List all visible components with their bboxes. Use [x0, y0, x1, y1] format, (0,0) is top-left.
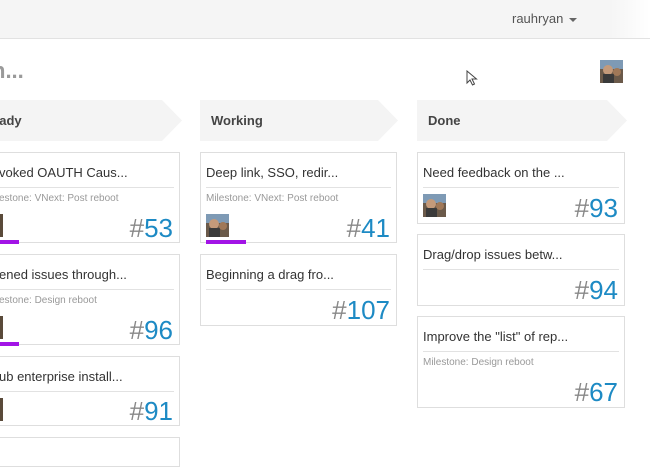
issue-number[interactable]: #91 [130, 398, 173, 424]
column-title: Done [428, 113, 461, 128]
issue-number[interactable]: #96 [130, 317, 173, 343]
issue-title[interactable]: ub enterprise install... [0, 369, 123, 384]
issue-card[interactable]: Deep link, SSO, redir... Milestone: VNex… [200, 152, 397, 244]
milestone-label: Milestone: Design reboot [423, 357, 534, 368]
progress-bar [0, 342, 19, 346]
column-title: Working [211, 113, 263, 128]
issue-card[interactable] [0, 437, 180, 467]
issue-card[interactable]: Drag/drop issues betw... #94 [417, 234, 625, 306]
milestone-label: Milestone: VNext: Post reboot [206, 193, 339, 204]
search-input[interactable]: h... [0, 58, 24, 84]
issue-title[interactable]: Deep link, SSO, redir... [206, 165, 338, 180]
column-header-working: Working [200, 100, 398, 141]
user-menu-dropdown[interactable]: rauhryan [512, 11, 577, 26]
column-header-done: Done [417, 100, 627, 141]
issue-number[interactable]: #107 [332, 297, 390, 323]
issue-title[interactable]: ened issues through... [0, 267, 127, 282]
issue-number[interactable]: #41 [347, 215, 390, 241]
divider [206, 289, 391, 290]
column-title: eady [0, 113, 22, 128]
divider [423, 187, 619, 188]
assignee-avatar[interactable] [423, 194, 446, 217]
assignee-avatar[interactable] [0, 214, 3, 237]
divider [0, 391, 174, 392]
issue-title[interactable]: Improve the "list" of rep... [423, 329, 568, 344]
issue-number[interactable]: #67 [575, 379, 618, 405]
divider [423, 351, 619, 352]
issue-card[interactable]: voked OAUTH Caus... estone: VNext: Post … [0, 152, 180, 244]
issue-number[interactable]: #94 [575, 277, 618, 303]
issue-card[interactable]: Improve the "list" of rep... Milestone: … [417, 316, 625, 408]
navbar-fade [610, 0, 650, 38]
progress-bar [0, 240, 19, 244]
assignee-avatar[interactable] [206, 214, 229, 237]
mouse-cursor-icon [466, 70, 478, 86]
progress-bar [206, 240, 246, 244]
divider [423, 269, 619, 270]
divider [0, 187, 174, 188]
user-avatar[interactable] [600, 60, 623, 83]
issue-number[interactable]: #93 [575, 195, 618, 221]
issue-title[interactable]: Drag/drop issues betw... [423, 247, 562, 262]
username-label: rauhryan [512, 11, 564, 26]
assignee-avatar[interactable] [0, 316, 3, 339]
column-header-ready: eady [0, 100, 182, 141]
issue-title[interactable]: voked OAUTH Caus... [0, 165, 128, 180]
divider [206, 187, 391, 188]
issue-title[interactable]: Beginning a drag fro... [206, 267, 334, 282]
issue-card[interactable]: Need feedback on the ... #93 [417, 152, 625, 224]
assignee-avatar[interactable] [0, 398, 3, 421]
issue-card[interactable]: Beginning a drag fro... #107 [200, 254, 397, 326]
issue-number[interactable]: #53 [130, 215, 173, 241]
milestone-label: estone: VNext: Post reboot [0, 193, 119, 204]
divider [0, 289, 174, 290]
issue-card[interactable]: ened issues through... estone: Design re… [0, 254, 180, 346]
issue-card[interactable]: ub enterprise install... #91 [0, 356, 180, 426]
chevron-down-icon [568, 17, 577, 22]
milestone-label: estone: Design reboot [0, 295, 97, 306]
issue-title[interactable]: Need feedback on the ... [423, 165, 565, 180]
